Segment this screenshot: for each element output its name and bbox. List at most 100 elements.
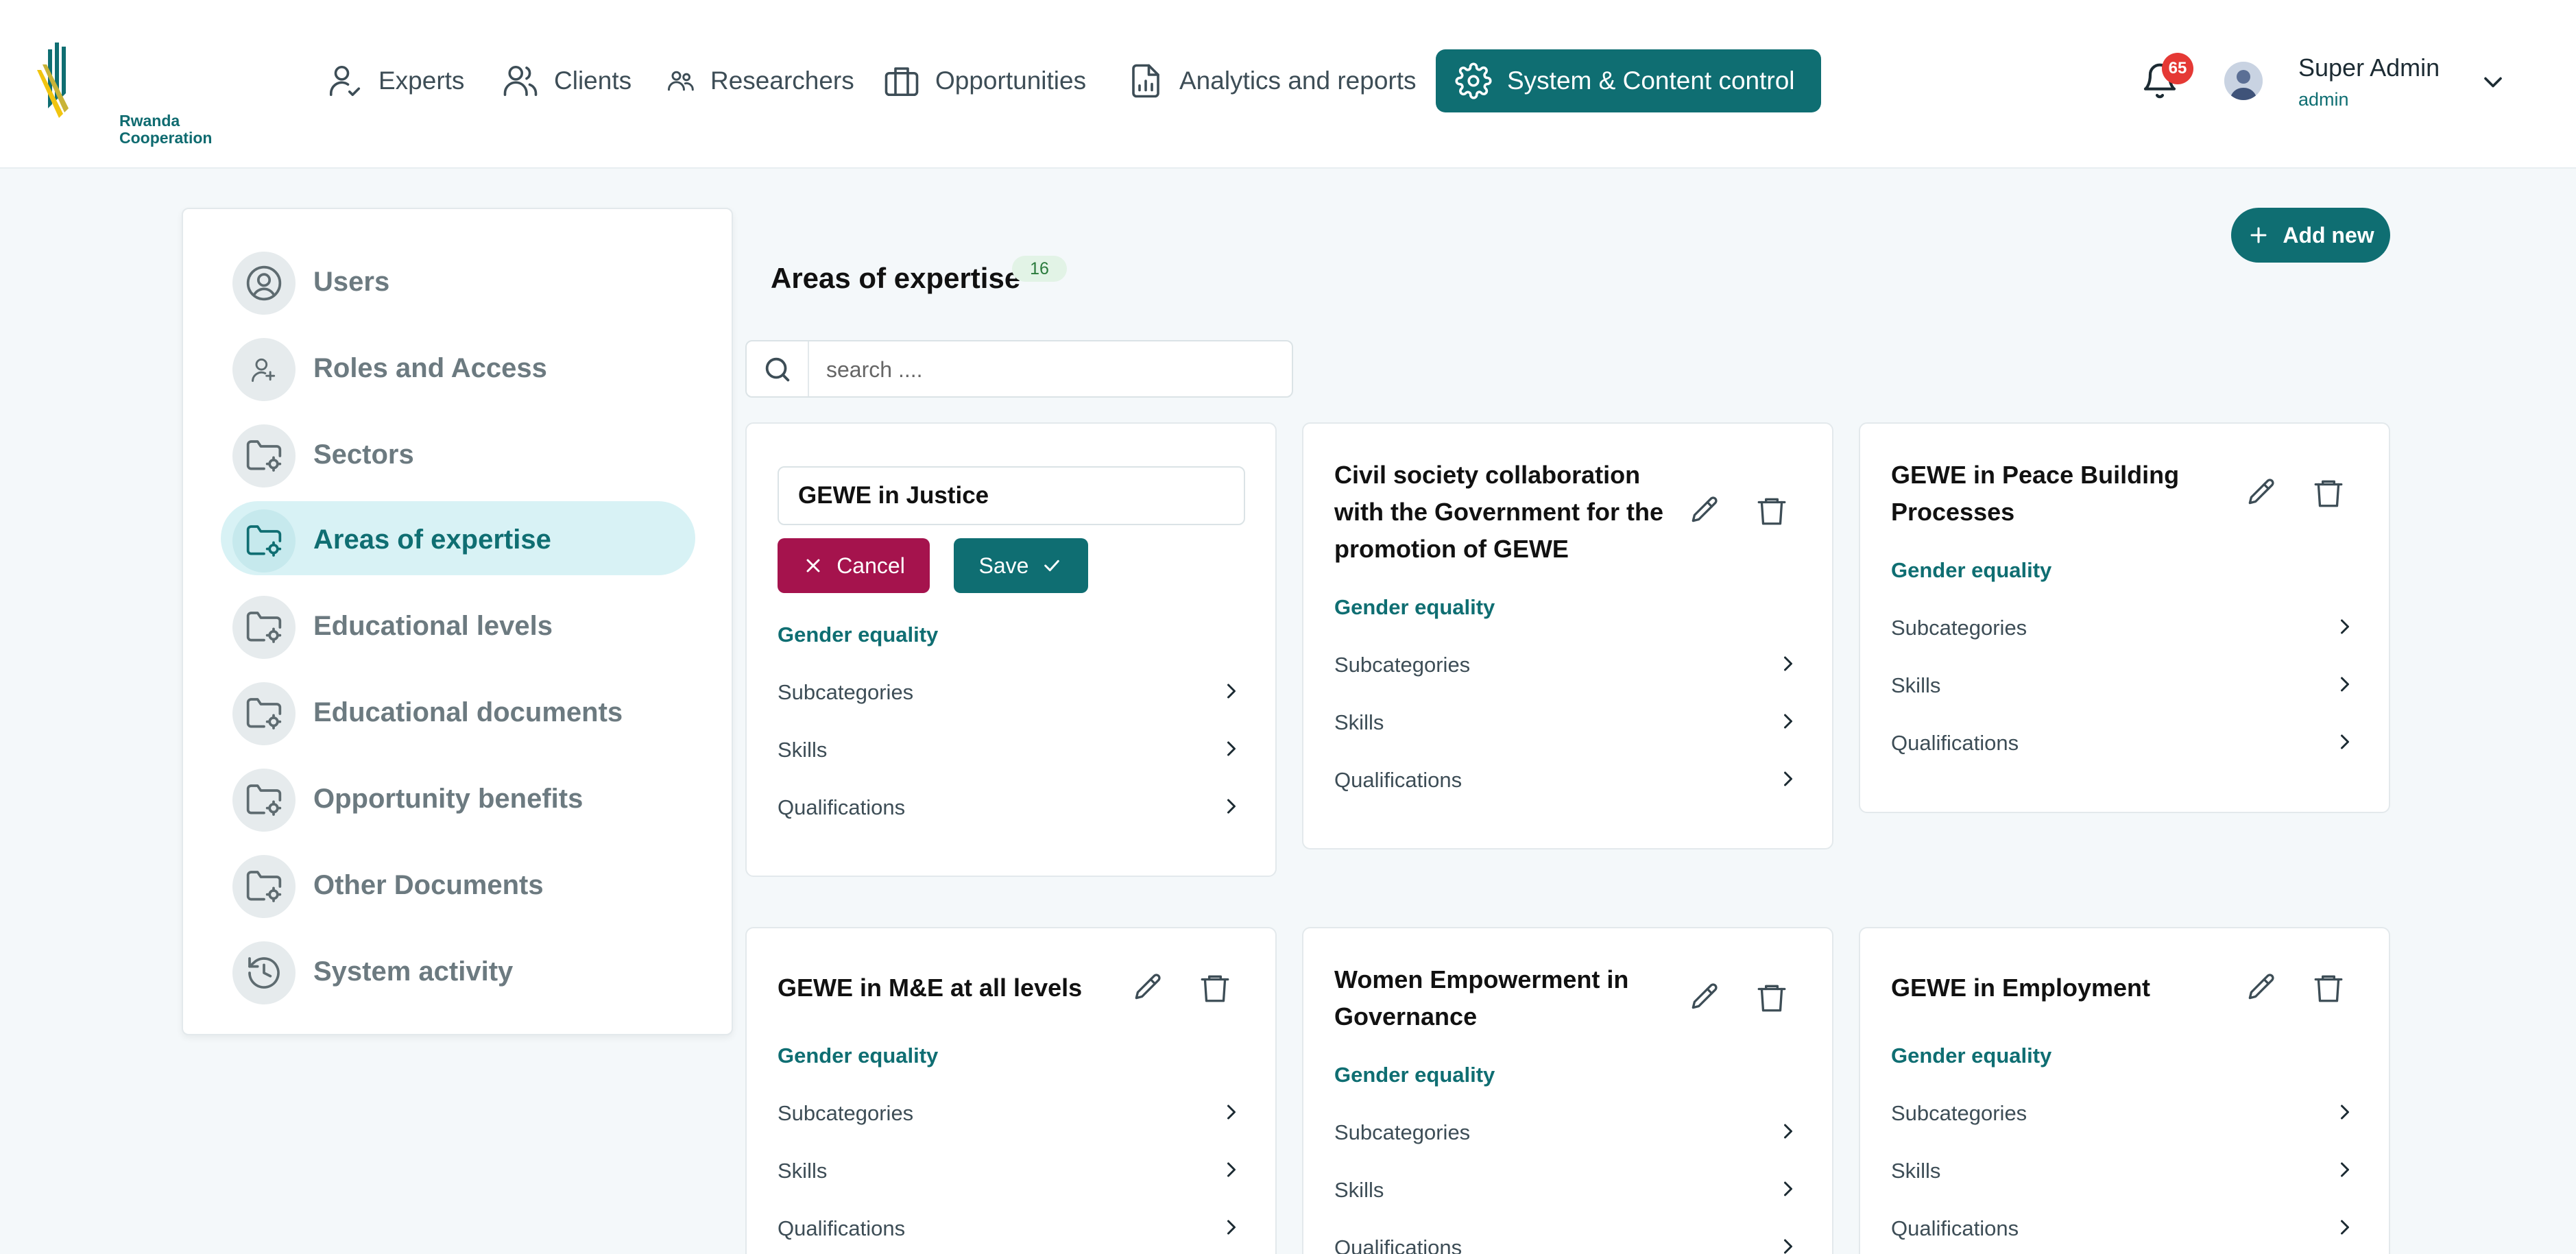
card-row-qualifications[interactable]: Qualifications — [778, 790, 1244, 824]
user-menu-toggle[interactable] — [2478, 67, 2508, 97]
row-label: Skills — [1334, 710, 1384, 734]
sidebar-item-users[interactable]: Users — [221, 243, 695, 317]
card-row-skills[interactable]: Skills — [1891, 668, 2357, 702]
sidebar-icon-wrap — [232, 338, 296, 401]
pencil-icon[interactable] — [1687, 494, 1722, 528]
chevron-right-icon — [1227, 1220, 1236, 1235]
card-row-qualifications[interactable]: Qualifications — [1891, 1211, 2357, 1245]
search-input[interactable] — [826, 354, 1265, 385]
sidebar-icon-wrap — [232, 596, 296, 659]
chevron-right-icon — [1784, 1124, 1792, 1139]
chevron-right-icon — [2341, 734, 2349, 749]
sidebar-item-opportunity-benefits[interactable]: Opportunity benefits — [221, 760, 695, 834]
card-category: Gender equality — [1334, 1063, 1495, 1087]
user-role: admin — [2298, 89, 2349, 110]
nav-clients[interactable]: Clients — [502, 49, 631, 112]
card-row-skills[interactable]: Skills — [1891, 1153, 2357, 1187]
chevron-down-icon — [2484, 77, 2502, 88]
card-row-subcategories[interactable]: Subcategories — [778, 1096, 1244, 1130]
card-row-skills[interactable]: Skills — [778, 1153, 1244, 1187]
plus-icon — [2250, 227, 2267, 243]
sidebar-item-educational-levels[interactable]: Educational levels — [221, 588, 695, 662]
nav-experts[interactable]: Experts — [326, 49, 464, 112]
users-icon — [503, 65, 538, 97]
card-row-subcategories[interactable]: Subcategories — [1334, 1115, 1801, 1149]
report-icon — [1132, 64, 1159, 98]
sidebar-item-label: Educational documents — [313, 697, 623, 727]
chevron-right-icon — [1784, 771, 1792, 786]
trash-icon[interactable] — [1198, 971, 1232, 1005]
nav-label: Analytics and reports — [1179, 67, 1417, 95]
sidebar-item-roles-and-access[interactable]: Roles and Access — [221, 330, 695, 404]
save-label: Save — [978, 553, 1029, 578]
card-row-skills[interactable]: Skills — [1334, 705, 1801, 739]
nav-system-content-control[interactable]: System & Content control — [1436, 49, 1821, 112]
brand-line-2: Cooperation — [119, 129, 213, 147]
avatar[interactable] — [2224, 62, 2263, 100]
nav-researchers[interactable]: Researchers — [665, 49, 854, 112]
sidebar-item-label: System activity — [313, 956, 514, 987]
add-new-button[interactable]: Add new — [2231, 208, 2390, 263]
brand-logo[interactable]: Rwanda Cooperation — [36, 43, 212, 147]
sidebar-item-areas-of-expertise[interactable]: Areas of expertise — [221, 501, 695, 575]
sidebar-item-label: Users — [313, 267, 390, 297]
row-label: Skills — [1891, 673, 1941, 697]
chevron-right-icon — [1784, 1181, 1792, 1196]
sidebar-item-other-documents[interactable]: Other Documents — [221, 847, 695, 921]
sidebar-icon-wrap — [232, 769, 296, 832]
expertise-card: GEWE in Peace Building Processes Gender … — [1859, 422, 2390, 813]
pencil-icon[interactable] — [1687, 980, 1722, 1015]
card-category: Gender equality — [1334, 595, 1495, 619]
row-label: Qualifications — [1334, 768, 1462, 792]
card-row-subcategories[interactable]: Subcategories — [1891, 1096, 2357, 1130]
user-name: Super Admin — [2298, 53, 2440, 82]
cancel-button[interactable]: Cancel — [778, 538, 930, 593]
card-row-qualifications[interactable]: Qualifications — [1891, 725, 2357, 760]
sidebar-item-label: Sectors — [313, 439, 414, 470]
gear-icon — [1455, 62, 1492, 99]
nav-label: Opportunities — [935, 67, 1087, 95]
user-key-icon — [252, 358, 276, 382]
nav-label: Clients — [554, 67, 632, 95]
trash-icon[interactable] — [1755, 980, 1789, 1015]
pencil-icon[interactable] — [1131, 971, 1165, 1005]
card-row-qualifications[interactable]: Qualifications — [1334, 1230, 1801, 1254]
user-check-icon — [329, 65, 361, 97]
sidebar-item-system-activity[interactable]: System activity — [221, 933, 695, 1007]
sidebar-item-sectors[interactable]: Sectors — [221, 416, 695, 490]
search-icon — [765, 357, 790, 382]
card-row-subcategories[interactable]: Subcategories — [1891, 610, 2357, 644]
sidebar-item-educational-documents[interactable]: Educational documents — [221, 674, 695, 748]
row-label: Qualifications — [1891, 1216, 2019, 1240]
chevron-right-icon — [1784, 714, 1792, 729]
pencil-icon[interactable] — [2244, 971, 2278, 1005]
row-label: Qualifications — [778, 1216, 906, 1240]
trash-icon[interactable] — [1755, 494, 1789, 528]
row-label: Subcategories — [778, 680, 914, 704]
card-row-subcategories[interactable]: Subcategories — [1334, 647, 1801, 682]
trash-icon[interactable] — [2311, 971, 2346, 1005]
expertise-card: GEWE in Employment Gender equality Subca… — [1859, 927, 2390, 1254]
chevron-right-icon — [1227, 1162, 1236, 1177]
sidebar-item-label: Educational levels — [313, 611, 553, 641]
card-row-qualifications[interactable]: Qualifications — [778, 1211, 1244, 1245]
nav-opportunities[interactable]: Opportunities — [883, 49, 1086, 112]
card-row-skills[interactable]: Skills — [778, 732, 1244, 767]
card-row-skills[interactable]: Skills — [1334, 1172, 1801, 1207]
pencil-icon[interactable] — [2244, 476, 2278, 510]
trash-icon[interactable] — [2311, 476, 2346, 510]
card-row-qualifications[interactable]: Qualifications — [1334, 762, 1801, 797]
nav-analytics[interactable]: Analytics and reports — [1127, 49, 1417, 112]
chevron-right-icon — [1227, 741, 1236, 756]
sidebar-item-label: Other Documents — [313, 870, 544, 900]
chevron-right-icon — [1227, 799, 1236, 814]
card-category: Gender equality — [1891, 558, 2052, 582]
row-label: Subcategories — [1891, 1101, 2027, 1125]
sidebar-icon-wrap — [232, 424, 296, 487]
nav-label: System & Content control — [1507, 67, 1795, 95]
card-row-subcategories[interactable]: Subcategories — [778, 675, 1244, 709]
sidebar-item-label: Opportunity benefits — [313, 784, 583, 814]
expertise-name-input[interactable] — [778, 466, 1245, 525]
save-button[interactable]: Save — [954, 538, 1088, 593]
folder-gear-icon — [246, 525, 282, 557]
